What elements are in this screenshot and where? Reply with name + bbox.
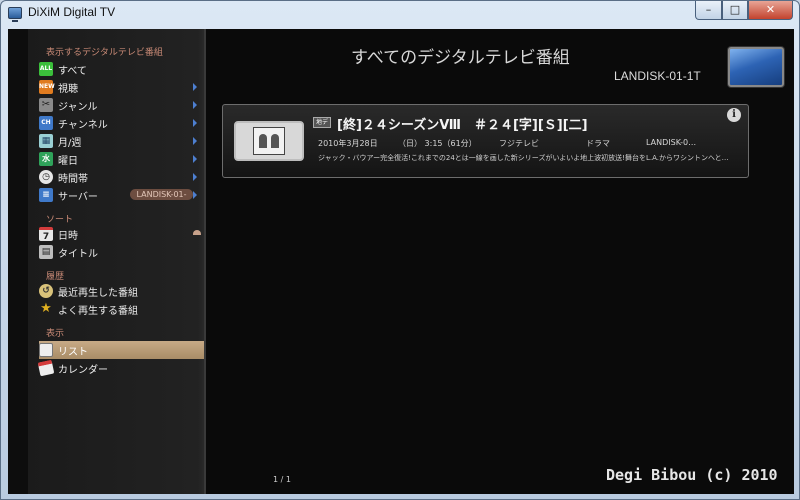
chevron-right-icon bbox=[193, 191, 197, 199]
program-title: [終]２４シーズンⅧ ＃２４[字][Ｓ][二] bbox=[337, 118, 588, 133]
server-badge: LANDISK-01- bbox=[130, 189, 193, 200]
minimize-button[interactable]: – bbox=[695, 1, 722, 20]
program-list-item[interactable]: 地デ [終]２４シーズンⅧ ＃２４[字][Ｓ][二] i 2010年3月28日 … bbox=[222, 104, 749, 178]
page-title: すべてのデジタルテレビ番組 bbox=[351, 48, 570, 68]
page-indicator: 1 / 1 bbox=[273, 475, 291, 484]
chevron-right-icon bbox=[193, 101, 197, 109]
sidebar-item-weekday[interactable]: 水 曜日 bbox=[39, 150, 206, 168]
program-server: LANDISK-0… bbox=[646, 138, 697, 147]
chevron-right-icon bbox=[193, 155, 197, 163]
weekday-icon: 水 bbox=[39, 152, 53, 166]
info-icon[interactable]: i bbox=[727, 108, 741, 122]
sort-item-date[interactable]: 7 日時 bbox=[39, 225, 206, 243]
new-icon: NEW bbox=[39, 80, 55, 94]
sidebar-item-label: 時間帯 bbox=[58, 174, 88, 185]
sidebar-item-all[interactable]: ALL すべて bbox=[39, 60, 206, 78]
calendar-icon bbox=[37, 359, 55, 377]
sort-indicator-icon bbox=[193, 230, 201, 235]
sidebar-item-server[interactable]: ≡ サーバー LANDISK-01- bbox=[39, 186, 206, 204]
sidebar-item-time-slot[interactable]: ◷ 時間帯 bbox=[39, 168, 206, 186]
sidebar-item-label: サーバー bbox=[58, 192, 98, 203]
chevron-right-icon bbox=[193, 173, 197, 181]
clapperboard-icon: ▤ bbox=[39, 245, 53, 259]
sidebar-item-label: チャンネル bbox=[58, 120, 108, 131]
display-item-calendar[interactable]: カレンダー bbox=[37, 359, 206, 377]
sidebar-item-label: 曜日 bbox=[58, 156, 78, 167]
section-header-sort: ソート bbox=[46, 215, 74, 225]
sidebar-item-label: 最近再生した番組 bbox=[58, 288, 138, 299]
sidebar-item-label: 視聴 bbox=[58, 84, 78, 95]
sidebar-item-channel[interactable]: CH チャンネル bbox=[39, 114, 206, 132]
chevron-right-icon bbox=[193, 137, 197, 145]
calendar-grid-icon: ▦ bbox=[39, 134, 53, 148]
window-title: DiXiM Digital TV bbox=[28, 5, 116, 19]
server-icon: ≡ bbox=[39, 188, 53, 202]
client-area: 表示するデジタルテレビ番組 ALL すべて NEW 視聴 ✂ ジャンル CH チ… bbox=[8, 29, 794, 494]
list-view-icon bbox=[39, 343, 53, 357]
star-icon: ★ bbox=[40, 301, 52, 316]
all-icon: ALL bbox=[39, 62, 53, 76]
section-header-show: 表示するデジタルテレビ番組 bbox=[46, 48, 163, 58]
sidebar-item-label: 月/週 bbox=[58, 138, 82, 149]
watermark: Degi Bibou (c) 2010 bbox=[606, 466, 778, 484]
sort-item-title[interactable]: ▤ タイトル bbox=[39, 243, 206, 261]
program-time: （日） 3:15（61分） bbox=[398, 139, 477, 148]
app-window: DiXiM Digital TV – □ ✕ 表示するデジタルテレビ番組 ALL… bbox=[0, 0, 800, 500]
sidebar: 表示するデジタルテレビ番組 ALL すべて NEW 視聴 ✂ ジャンル CH チ… bbox=[8, 29, 206, 494]
sidebar-item-genre[interactable]: ✂ ジャンル bbox=[39, 96, 206, 114]
program-channel: フジテレビ bbox=[499, 139, 539, 148]
sidebar-item-label: 日時 bbox=[58, 231, 78, 242]
channel-icon: CH bbox=[39, 116, 53, 130]
recent-clock-icon: ↺ bbox=[39, 284, 53, 298]
program-date: 2010年3月28日 bbox=[318, 139, 378, 148]
sidebar-item-month-week[interactable]: ▦ 月/週 bbox=[39, 132, 206, 150]
history-item-frequent[interactable]: ★ よく再生する番組 bbox=[39, 300, 206, 318]
clock-icon: ◷ bbox=[39, 170, 53, 184]
section-header-history: 履歴 bbox=[46, 272, 65, 282]
broadcast-type-badge: 地デ bbox=[313, 117, 331, 128]
section-header-display: 表示 bbox=[46, 329, 65, 339]
chevron-right-icon bbox=[193, 83, 197, 91]
sidebar-item-label: カレンダー bbox=[58, 365, 108, 376]
device-name: LANDISK-01-1T bbox=[614, 69, 701, 83]
display-item-list[interactable]: リスト bbox=[39, 341, 206, 359]
tv-app-icon bbox=[8, 7, 22, 22]
maximize-button[interactable]: □ bbox=[722, 1, 748, 20]
program-genre: ドラマ bbox=[586, 139, 610, 148]
theater-icon bbox=[253, 127, 285, 155]
program-description: ジャック・バウアー完全復活!これまでの24とは一線を画した新シリーズがいよいよ地… bbox=[318, 154, 729, 162]
close-button[interactable]: ✕ bbox=[748, 1, 793, 20]
program-thumbnail bbox=[234, 121, 304, 161]
sidebar-item-label: すべて bbox=[58, 66, 87, 77]
nas-device-icon[interactable] bbox=[728, 47, 784, 87]
calendar-day-icon: 7 bbox=[39, 227, 53, 242]
sidebar-item-viewing[interactable]: NEW 視聴 bbox=[39, 78, 206, 96]
title-bar[interactable]: DiXiM Digital TV – □ ✕ bbox=[1, 1, 799, 27]
sidebar-item-label: ジャンル bbox=[58, 102, 98, 113]
genre-icon: ✂ bbox=[39, 98, 53, 112]
history-item-recent[interactable]: ↺ 最近再生した番組 bbox=[39, 282, 206, 300]
sidebar-item-label: よく再生する番組 bbox=[58, 306, 138, 317]
sidebar-item-label: リスト bbox=[58, 347, 88, 358]
chevron-right-icon bbox=[193, 119, 197, 127]
sidebar-item-label: タイトル bbox=[58, 249, 98, 260]
